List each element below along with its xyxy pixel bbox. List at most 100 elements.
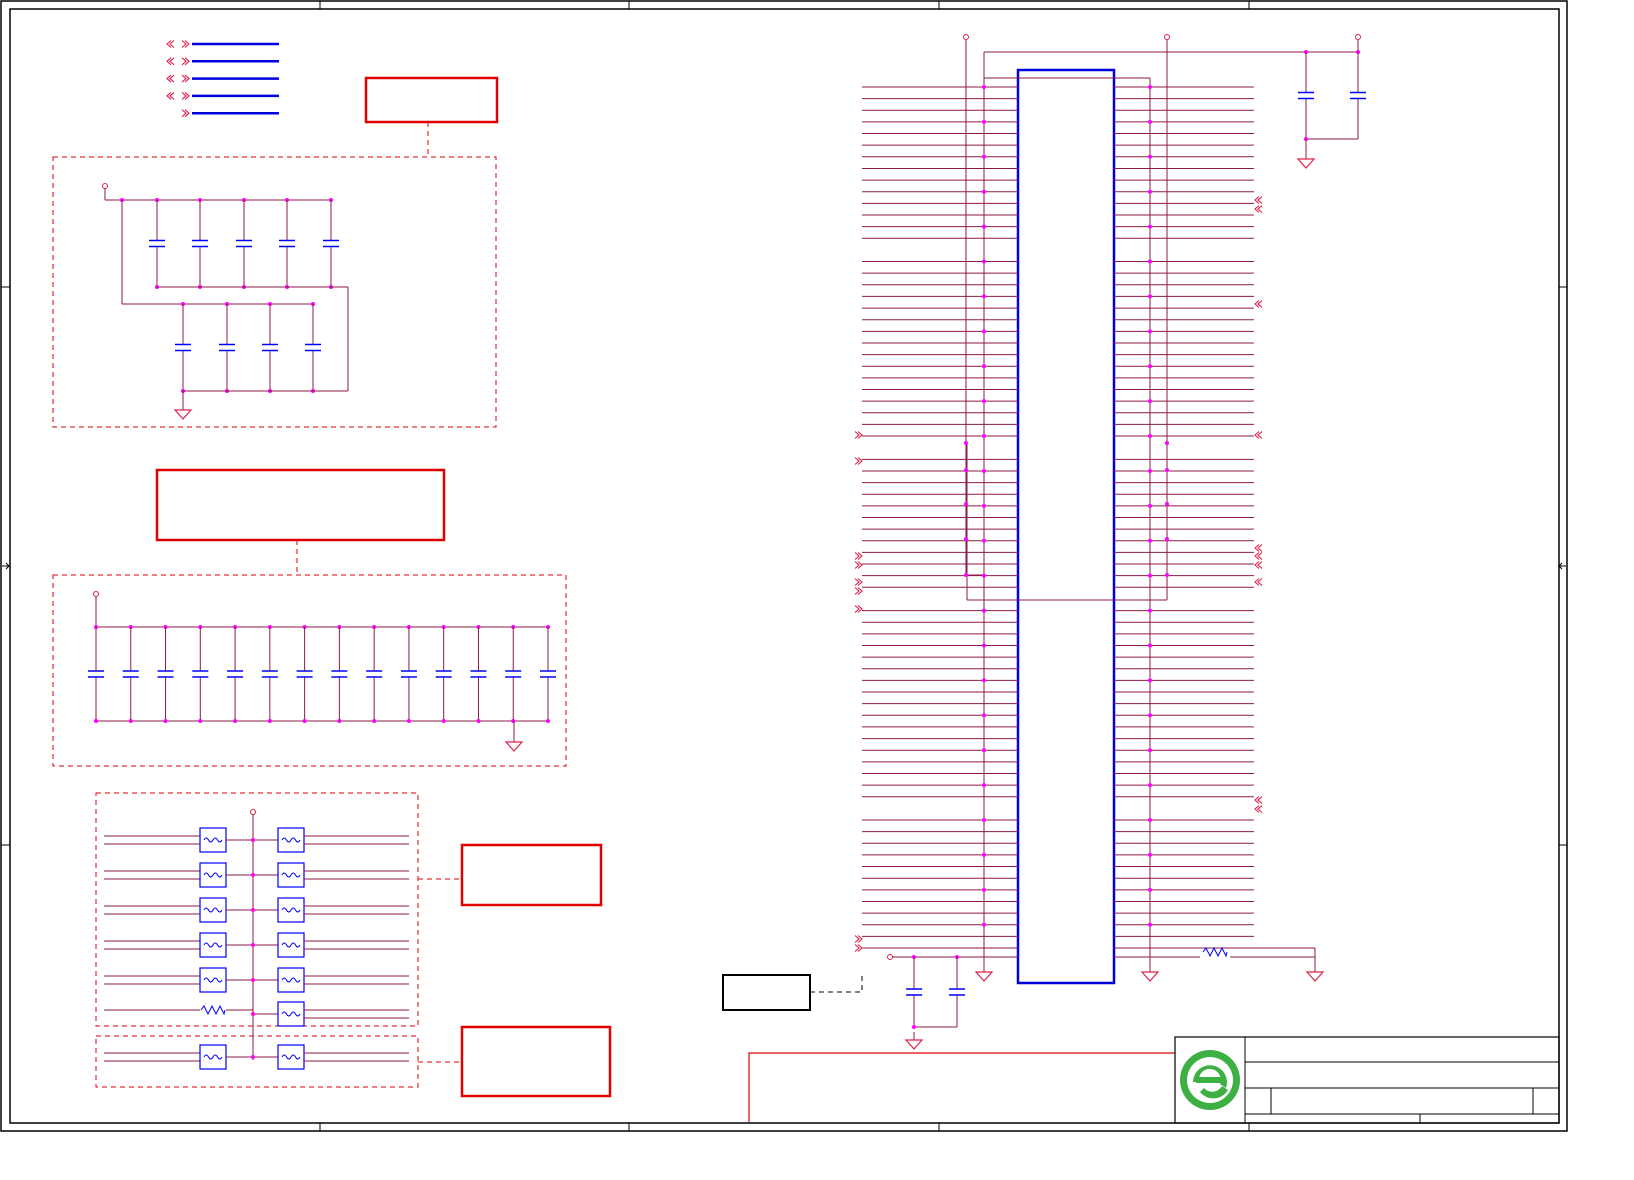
junction-dot — [982, 399, 986, 404]
junction-dot — [163, 719, 168, 723]
off-page-connector-icon — [166, 74, 190, 83]
junction-dot — [964, 502, 968, 506]
connector-signal-right — [1114, 922, 1254, 927]
filter-row — [104, 827, 409, 853]
off-page-connector-icon — [1254, 205, 1263, 213]
junction-dot — [251, 1012, 255, 1016]
capacitor-icon — [149, 200, 165, 287]
connector-signal-left — [862, 887, 1018, 892]
connector-signal-left — [862, 713, 1018, 718]
junction-dot — [912, 1025, 916, 1029]
junction-dot — [982, 852, 986, 857]
off-page-connector-icon — [854, 561, 863, 569]
resistor-icon — [1202, 946, 1228, 958]
connector-signal-right — [1114, 503, 1254, 508]
junction-dot — [1148, 468, 1152, 473]
off-page-connector-icon — [1254, 300, 1263, 308]
junction-dot — [233, 719, 238, 723]
junction-dot — [406, 719, 411, 723]
junction-dot — [982, 259, 986, 264]
junction-dot — [1148, 678, 1152, 683]
junction-dot — [964, 441, 968, 445]
power-port-icon — [93, 591, 99, 597]
connector-signal-left — [862, 85, 1018, 89]
ferrite-bead-icon — [277, 827, 305, 853]
capacitor-icon — [400, 627, 417, 721]
sheet-frame — [0, 0, 1568, 1132]
connector-signal-right — [1114, 85, 1254, 89]
junction-dot — [1165, 468, 1169, 472]
resistor-icon — [200, 1004, 226, 1016]
junction-dot — [982, 713, 986, 718]
junction-dot — [1148, 852, 1152, 857]
junction-dot — [1148, 364, 1152, 369]
connector-signal-right — [1114, 329, 1254, 334]
off-page-connector-icon — [1254, 544, 1263, 552]
bus-legend — [166, 40, 279, 118]
connector-signal-left — [862, 538, 1018, 543]
junction-dot — [982, 294, 986, 299]
junction-dot — [982, 503, 986, 508]
connector-signal-right — [1114, 573, 1254, 578]
ground-icon — [504, 734, 524, 752]
off-page-connector-icon — [1254, 552, 1263, 560]
off-page-connector-icon — [1254, 561, 1263, 569]
connector-signal-left — [862, 678, 1018, 683]
capacitor-icon — [540, 627, 556, 721]
filter-row — [104, 897, 409, 923]
title-block — [748, 1036, 1560, 1124]
connector-signal-left — [862, 573, 1018, 578]
off-page-connector-icon — [854, 935, 863, 943]
off-page-connector-icon — [854, 578, 863, 586]
filter-extra-bead — [251, 1001, 409, 1027]
connector-signal-right — [1114, 783, 1254, 788]
label-box-4 — [460, 1025, 612, 1098]
capacitor-icon — [331, 627, 348, 721]
capacitor-icon — [366, 627, 383, 721]
connector-signal-right — [1114, 678, 1254, 683]
junction-dot — [251, 873, 255, 877]
connector-signal-right — [1114, 852, 1254, 857]
junction-dot — [982, 573, 986, 578]
capacitor-icon — [505, 627, 522, 721]
off-page-connector-icon — [854, 587, 863, 595]
junction-dot — [1148, 783, 1152, 788]
filter-resistor-row — [104, 1004, 253, 1016]
junction-dot — [982, 643, 986, 648]
junction-dot — [1148, 922, 1152, 927]
connector-signal-right — [1114, 224, 1254, 229]
label-box-1 — [364, 76, 499, 124]
connector-signal-right — [1114, 399, 1254, 404]
bus-legend-row — [166, 40, 279, 48]
off-page-connector-icon — [166, 57, 190, 66]
off-page-connector-icon — [854, 431, 863, 439]
junction-dot — [1165, 441, 1169, 445]
filter-row — [104, 862, 409, 888]
ferrite-bead-icon — [199, 862, 227, 888]
junction-dot — [1148, 643, 1152, 648]
junction-dot — [337, 719, 342, 723]
junction-dot — [251, 978, 255, 982]
connector-signal-right — [1114, 294, 1254, 299]
off-page-connector-icon — [1254, 796, 1263, 804]
capacitor-icon — [262, 304, 278, 391]
junction-dot — [128, 719, 133, 723]
capacitor-icon — [949, 957, 965, 1027]
junction-dot — [1148, 538, 1152, 543]
junction-dot — [982, 538, 986, 543]
junction-dot — [982, 748, 986, 753]
connector-signal-right — [1114, 608, 1254, 613]
connector-body — [1016, 68, 1116, 985]
ferrite-bead-icon — [277, 897, 305, 923]
bus-legend-row — [166, 91, 279, 100]
capacitor-icon — [1298, 52, 1314, 139]
connector-signal-left — [862, 399, 1018, 404]
ferrite-bead-icon — [199, 967, 227, 993]
capacitor-icon — [305, 304, 321, 391]
junction-dot — [964, 537, 968, 541]
junction-dot — [1165, 573, 1169, 577]
connector-signal-right — [1114, 259, 1254, 264]
ground-icon — [173, 402, 193, 420]
junction-dot — [251, 908, 255, 912]
junction-dot — [982, 608, 986, 613]
